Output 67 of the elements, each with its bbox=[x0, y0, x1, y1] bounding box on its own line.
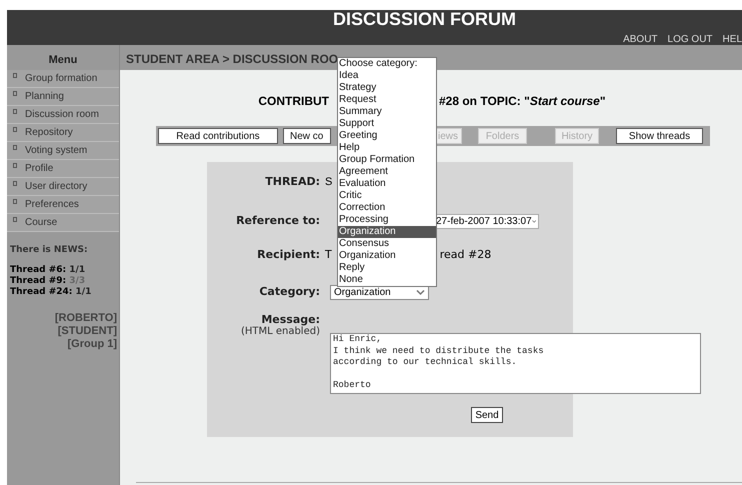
chevron-down-icon bbox=[416, 289, 425, 296]
sidebar-item[interactable]: Discussion room bbox=[7, 106, 119, 124]
news-entry[interactable]: Thread #24: 1/1 bbox=[10, 286, 119, 298]
dropdown-option[interactable]: Organization bbox=[338, 250, 436, 262]
dropdown-option[interactable]: Consensus bbox=[338, 238, 436, 250]
sidebar-item[interactable]: Profile bbox=[7, 160, 119, 178]
dropdown-option[interactable]: Help bbox=[338, 142, 436, 154]
dropdown-option[interactable]: Reply bbox=[338, 262, 436, 274]
dropdown-option[interactable]: Summary bbox=[338, 106, 436, 118]
recipient-label: Recipient: bbox=[256, 246, 320, 263]
dropdown-option[interactable]: Evaluation bbox=[338, 178, 436, 190]
bullet-icon bbox=[13, 127, 17, 132]
reference-select[interactable]: 27-feb-2007 10:33:07 bbox=[436, 214, 539, 229]
header-link[interactable]: ABOUT bbox=[623, 32, 658, 47]
dropdown-option[interactable]: Choose category: bbox=[338, 58, 436, 70]
sidebar-item[interactable]: Repository bbox=[7, 124, 119, 142]
news-title: There is NEWS: bbox=[10, 244, 89, 257]
dropdown-option[interactable]: Correction bbox=[338, 202, 436, 214]
bullet-icon bbox=[13, 199, 17, 204]
toolbar-button[interactable]: Read contributions bbox=[158, 128, 278, 144]
chevron-down-icon bbox=[532, 218, 536, 225]
user-info: [ROBERTO] bbox=[54, 312, 117, 324]
dropdown-option[interactable]: None bbox=[338, 274, 436, 286]
thread-label: THREAD: bbox=[264, 174, 320, 190]
sidebar-item[interactable]: Planning bbox=[7, 88, 119, 106]
user-info: [Group 1] bbox=[68, 338, 117, 350]
dropdown-option[interactable]: Group Formation bbox=[338, 154, 436, 166]
sidebar-item[interactable]: Preferences bbox=[7, 196, 119, 214]
bullet-icon bbox=[13, 91, 17, 96]
user-info: [STUDENT] bbox=[58, 324, 117, 338]
toolbar-button[interactable]: New co bbox=[283, 128, 331, 144]
sidebar-item[interactable]: Voting system bbox=[7, 142, 119, 160]
dropdown-option[interactable]: Processing bbox=[338, 214, 436, 226]
toolbar-button[interactable]: Show threads bbox=[616, 128, 703, 144]
header-link[interactable]: HEL bbox=[722, 32, 742, 47]
send-button[interactable]: Send bbox=[471, 407, 503, 423]
site-title: DISCUSSION FORUM bbox=[332, 9, 517, 29]
message-hint: (HTML enabled) bbox=[240, 326, 320, 338]
recipient-value: T bbox=[325, 246, 332, 263]
category-label: Category: bbox=[258, 284, 320, 300]
breadcrumb: STUDENT AREA > DISCUSSION ROO bbox=[126, 53, 338, 65]
news-entry[interactable]: Thread #6: 1/1 bbox=[10, 264, 119, 276]
message-label: Message: bbox=[260, 314, 320, 326]
bullet-icon bbox=[13, 163, 17, 168]
reference-label: Reference to: bbox=[235, 213, 320, 230]
dropdown-option[interactable]: Agreement bbox=[338, 166, 436, 178]
thread-value: S bbox=[325, 174, 332, 190]
menu-title: Menu bbox=[48, 52, 78, 68]
sidebar-item[interactable]: User directory bbox=[7, 178, 119, 196]
bullet-icon bbox=[13, 73, 17, 78]
dropdown-option[interactable]: Idea bbox=[338, 70, 436, 82]
sidebar-item[interactable]: Group formation bbox=[7, 70, 119, 88]
dropdown-option[interactable]: Organization bbox=[338, 226, 436, 238]
dropdown-option[interactable]: Support bbox=[338, 118, 436, 130]
header-link[interactable]: LOG OUT bbox=[668, 32, 713, 47]
bullet-icon bbox=[13, 145, 17, 150]
bullet-icon bbox=[13, 109, 17, 114]
dropdown-option[interactable]: Request bbox=[338, 94, 436, 106]
contribution-heading: CONTRIBUT bbox=[258, 94, 329, 108]
dropdown-option[interactable]: Critic bbox=[338, 190, 436, 202]
message-field[interactable]: Hi Enric, I think we need to distribute the tasks according to our technical skills. Roberto bbox=[330, 333, 701, 394]
dropdown-option[interactable]: Strategy bbox=[338, 82, 436, 94]
sidebar-item[interactable]: Course bbox=[7, 214, 119, 232]
contribution-heading: #28 on TOPIC: "Start course" bbox=[439, 93, 606, 110]
recipient-value: read #28 bbox=[440, 246, 492, 263]
bullet-icon bbox=[13, 181, 17, 186]
bullet-icon bbox=[13, 217, 17, 222]
